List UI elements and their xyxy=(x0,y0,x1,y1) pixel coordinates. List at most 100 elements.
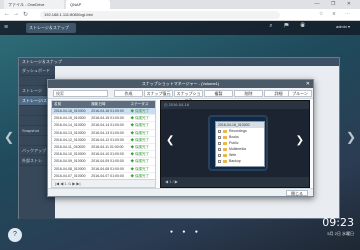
folder-icon xyxy=(223,159,227,163)
column-header-status[interactable]: ステータス xyxy=(129,101,156,108)
monitor-illustration: 2016-04-16_010000 Recordings Books Publi… xyxy=(208,115,268,171)
checkbox-icon[interactable] xyxy=(218,159,221,163)
preview-pager[interactable]: ◀ 1 / ▶ xyxy=(161,177,309,187)
snapshot-date: 2016-04-14 01:00:00 xyxy=(91,123,124,128)
restore-button[interactable]: スナップ復元 xyxy=(144,90,173,97)
folder-icon xyxy=(223,135,227,139)
snapshot-name: 2016-04-14_010000 xyxy=(54,123,86,128)
dialog-toolbar: 作成 スナップ復元 スナップショット 複製 削除 詳細 プルーン xyxy=(48,88,313,102)
desktop-date: 5月 2日 水曜日 xyxy=(327,231,354,236)
prev-arrow-icon[interactable]: ❮ xyxy=(166,135,174,146)
prune-button[interactable]: プルーン xyxy=(288,90,312,97)
desktop-next-icon[interactable]: ❯ xyxy=(346,130,356,144)
snapshot-date: 2016-04-07 01:00:00 xyxy=(91,173,124,178)
desktop-prev-icon[interactable]: ❮ xyxy=(4,130,14,144)
browser-tab-bar: ファイル - OneDrive QNAP — ❐ ✕ ← → ↻ 192.168… xyxy=(0,0,360,21)
snapshot-table: 名前 撮影日時 ステータス 2016-04-16_010000 2016-04-1… xyxy=(51,100,156,188)
checkbox-icon[interactable] xyxy=(218,153,221,157)
window-title: ストレージ＆スナップ xyxy=(19,58,339,66)
snapshot-name: 2016-04-09_010000 xyxy=(54,159,86,164)
snapshot-date: 2016-04-09 01:00:00 xyxy=(91,159,124,164)
browser-tab-onedrive[interactable]: ファイル - OneDrive xyxy=(4,0,64,9)
snapshot-name: 2016-04-15_010000 xyxy=(54,116,86,121)
delete-button[interactable]: 削除 xyxy=(234,90,263,97)
folder-name: Backup xyxy=(229,159,241,163)
snapshot-date: 2016-04-13 01:00:00 xyxy=(91,130,124,135)
snapshot-status: ◆ 保護完了 xyxy=(130,144,149,149)
taskbar-app-storage[interactable]: ストレージ＆スナップ xyxy=(26,23,76,33)
snapshot-date: 2016-04-12 01:00:00 xyxy=(91,137,124,142)
reload-icon[interactable]: ↻ xyxy=(23,11,28,18)
folder-icon xyxy=(223,147,227,151)
dialog-title: スナップショットマネージャー - (Volume1) ✕ xyxy=(48,80,313,88)
window-controls[interactable]: — ❐ ✕ xyxy=(315,1,356,7)
snapshot-name: 2016-04-08_010000 xyxy=(54,166,86,171)
create-button[interactable]: 作成 xyxy=(114,90,143,97)
hamburger-icon[interactable]: ≡ xyxy=(4,24,8,31)
checkbox-icon[interactable] xyxy=(218,135,221,139)
table-row[interactable]: 2016-04-08_010000 2016-04-08 01:00:00 ◆ 保護… xyxy=(52,166,155,173)
snapshot-preview: ◷ 2016-04-16 ❮ ❯ 2016-04-16_010000 Recor… xyxy=(160,100,310,188)
table-row[interactable]: 2016-04-12_010000 2016-04-12 01:00:00 ◆ 保護… xyxy=(52,137,155,144)
sidebar-item[interactable]: ダッシュボード xyxy=(19,66,55,76)
column-header-date[interactable]: 撮影日時 xyxy=(89,101,128,108)
snapshot-status: ◆ 保護完了 xyxy=(130,123,149,128)
search-input[interactable] xyxy=(53,90,108,97)
qnap-helper-icon[interactable]: ? xyxy=(8,228,22,242)
browser-tab-qnap[interactable]: QNAP xyxy=(66,0,110,9)
snapshot-date: 2016-04-16 01:00:00 xyxy=(91,109,124,113)
forward-icon[interactable]: → xyxy=(13,11,19,17)
table-header: 名前 撮影日時 ステータス xyxy=(52,101,155,108)
snapshot-status: ◆ 保護完了 xyxy=(130,130,149,135)
table-row[interactable]: 2016-04-16_010000 2016-04-16 01:00:00 ◆ 保護… xyxy=(52,108,155,116)
snapshot-name: 2016-04-11_010000 xyxy=(54,144,86,149)
snapshot-status: ◆ 保護完了 xyxy=(130,159,149,164)
snapshot-date: 2016-04-11 01:00:00 xyxy=(91,144,124,149)
snapshot-status: ◆ 保護完了 xyxy=(130,109,149,113)
table-row[interactable]: 2016-04-14_010000 2016-04-14 01:00:00 ◆ 保護… xyxy=(52,122,155,130)
folder-icon xyxy=(223,129,227,133)
preview-header: ◷ 2016-04-16 xyxy=(161,101,309,109)
dialog-title-text: スナップショットマネージャー - (Volume1) xyxy=(141,81,220,86)
back-icon[interactable]: ← xyxy=(4,11,10,17)
desktop-clock: 09:23 xyxy=(322,216,354,229)
close-icon[interactable]: ✕ xyxy=(306,80,310,88)
close-button[interactable]: 閉じる xyxy=(286,190,308,196)
snapshot-status: ◆ 保護完了 xyxy=(130,137,149,142)
snapshot-status: ◆ 保護完了 xyxy=(130,166,149,171)
checkbox-icon[interactable] xyxy=(218,129,221,133)
checkbox-icon[interactable] xyxy=(218,141,221,145)
table-row[interactable]: 2016-04-09_010000 2016-04-09 01:00:00 ◆ 保護… xyxy=(52,158,155,166)
snapshot-status: ◆ 保護完了 xyxy=(130,173,149,178)
snapshot-date: 2016-04-15 01:00:00 xyxy=(91,116,124,121)
url-bar[interactable]: 192.168.1.111:8080/cgi-bin/ xyxy=(40,11,280,19)
column-header-name[interactable]: 名前 xyxy=(52,101,89,108)
snapshot-date: 2016-04-08 01:00:00 xyxy=(91,166,124,171)
snapshot-button[interactable]: スナップショット xyxy=(174,90,203,102)
clone-button[interactable]: 複製 xyxy=(204,90,233,97)
folder-row[interactable]: Backup xyxy=(216,158,264,164)
table-row[interactable]: 2016-04-13_010000 2016-04-13 01:00:00 ◆ 保護… xyxy=(52,130,155,137)
snapshot-name: 2016-04-12_010000 xyxy=(54,137,86,142)
browser-actions-icon[interactable]: ☆ ≡ ⋯ xyxy=(319,11,354,17)
dialog-footer: 閉じる xyxy=(48,188,313,196)
table-row[interactable]: 2016-04-15_010000 2016-04-15 01:00:00 ◆ 保護… xyxy=(52,115,155,123)
snapshot-name: 2016-04-10_010000 xyxy=(54,152,86,157)
taskbar-icons[interactable]: ⌕ ⚑ ◉ xyxy=(269,23,310,30)
table-row[interactable]: 2016-04-11_010000 2016-04-11 01:00:00 ◆ 保護… xyxy=(52,144,155,152)
address-row: ← → ↻ 192.168.1.111:8080/cgi-bin/ ☆ ≡ ⋯ xyxy=(0,9,360,21)
snapshot-name: 2016-04-07_010000 xyxy=(54,173,86,178)
qts-taskbar: ≡ ストレージ＆スナップ ⌕ ⚑ ◉ admin ▾ xyxy=(0,21,360,35)
folder-list: 2016-04-16_010000 Recordings Books Publi… xyxy=(215,121,265,167)
user-menu[interactable]: admin ▾ xyxy=(336,24,350,29)
folder-icon xyxy=(223,141,227,145)
snapshot-status: ◆ 保護完了 xyxy=(130,116,149,121)
pagination[interactable]: |◀ ◀ 1 /1 ▶ ▶| xyxy=(52,179,155,187)
next-arrow-icon[interactable]: ❯ xyxy=(296,135,304,146)
folder-icon xyxy=(223,153,227,157)
table-row[interactable]: 2016-04-10_010000 2016-04-10 01:00:00 ◆ 保護… xyxy=(52,151,155,159)
snapshot-name: 2016-04-13_010000 xyxy=(54,130,86,135)
checkbox-icon[interactable] xyxy=(218,147,221,151)
snapshot-date: 2016-04-10 01:00:00 xyxy=(91,152,124,157)
page-dots[interactable]: ● ● ● xyxy=(170,229,202,235)
